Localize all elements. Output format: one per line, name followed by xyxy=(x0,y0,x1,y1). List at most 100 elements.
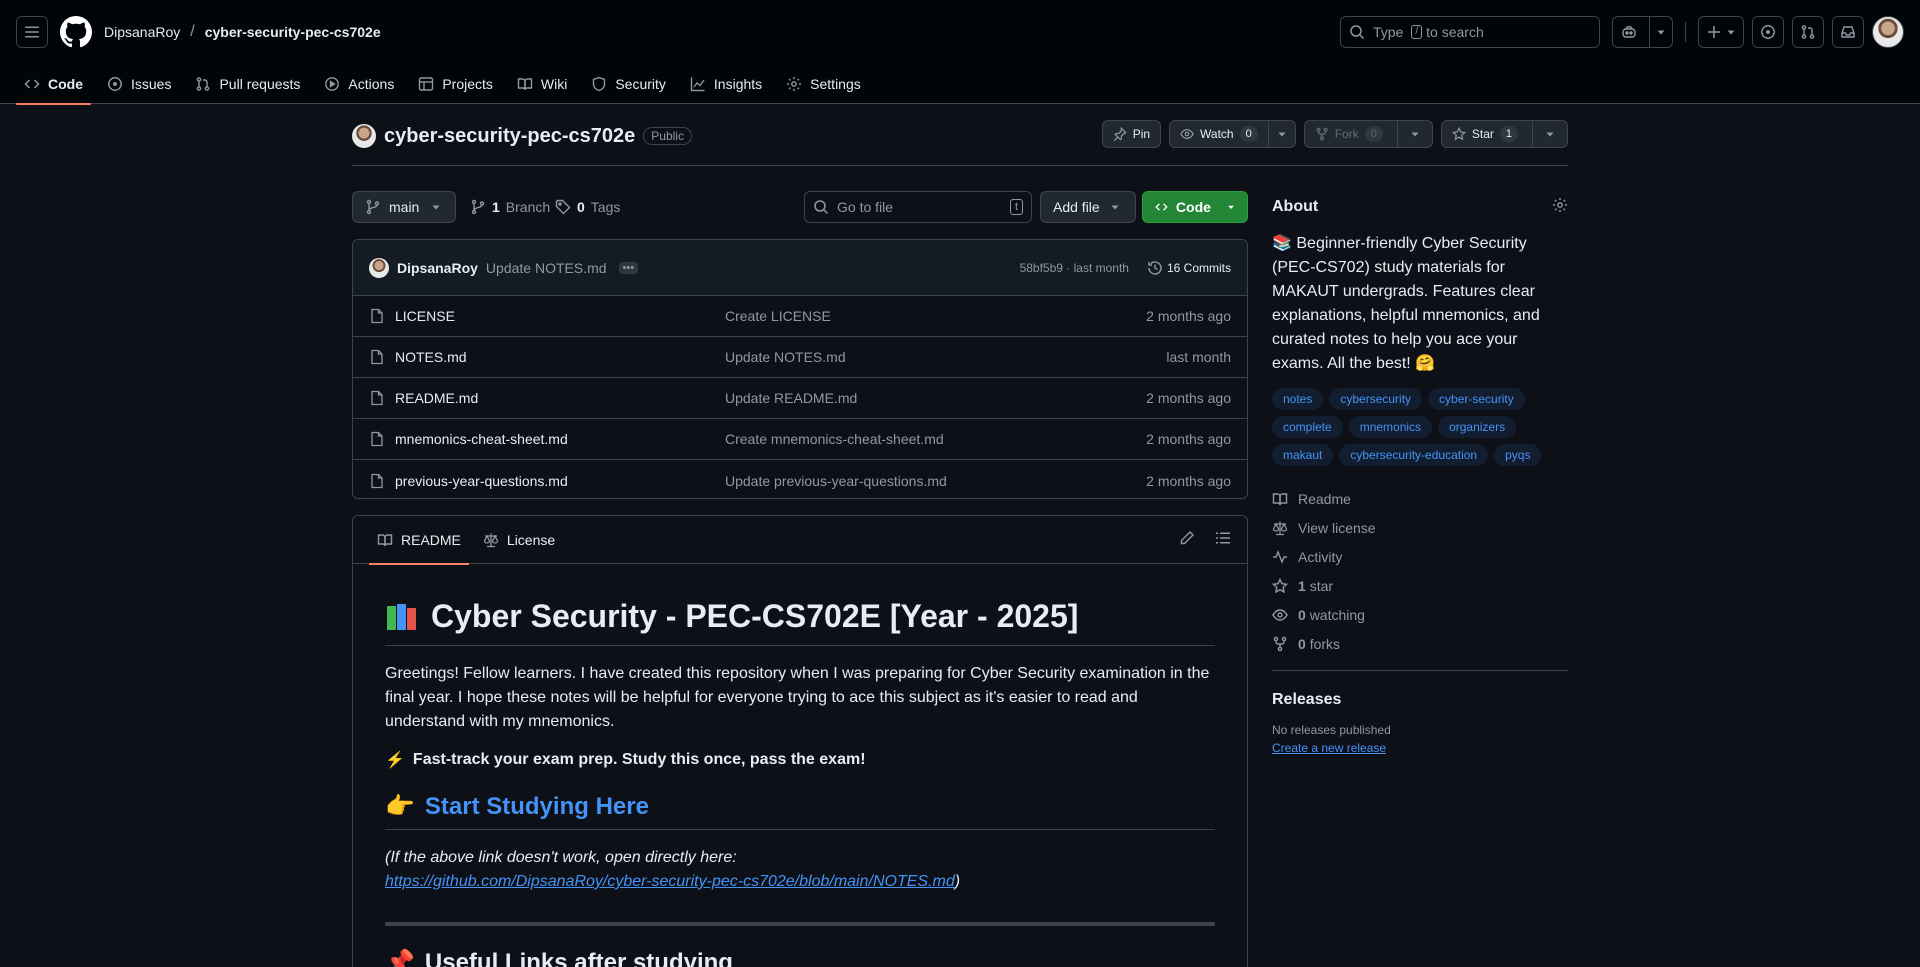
inbox-button[interactable] xyxy=(1832,16,1864,48)
code-button[interactable]: Code xyxy=(1142,191,1248,223)
file-link[interactable]: mnemonics-cheat-sheet.md xyxy=(369,431,725,447)
file-name: mnemonics-cheat-sheet.md xyxy=(395,431,568,447)
tab-settings[interactable]: Settings xyxy=(778,64,869,104)
chevron-down-icon xyxy=(432,205,440,210)
go-to-file-input[interactable]: Go to file t xyxy=(804,191,1032,223)
github-logo-icon[interactable] xyxy=(60,16,92,48)
menu-button[interactable] xyxy=(16,16,48,48)
pull-requests-button[interactable] xyxy=(1792,16,1824,48)
commit-expand-button[interactable]: ••• xyxy=(618,261,639,274)
fallback-url-link[interactable]: https://github.com/DipsanaRoy/cyber-secu… xyxy=(385,873,955,890)
watchers-link[interactable]: 0 watching xyxy=(1272,600,1568,629)
topic-tag[interactable]: mnemonics xyxy=(1348,416,1433,438)
tab-wiki[interactable]: Wiki xyxy=(509,64,575,104)
pin-button[interactable]: Pin xyxy=(1101,120,1162,148)
license-link[interactable]: View license xyxy=(1272,513,1568,542)
pulse-icon xyxy=(1273,549,1287,564)
commit-message[interactable]: Update NOTES.md xyxy=(486,260,607,276)
tab-license[interactable]: License xyxy=(475,516,563,564)
file-link[interactable]: LICENSE xyxy=(369,308,725,324)
tab-code[interactable]: Code xyxy=(16,64,91,105)
topic-tag[interactable]: organizers xyxy=(1438,416,1517,438)
fork-dropdown[interactable] xyxy=(1396,121,1432,147)
about-links: Readme View license Activity 1 star 0 wa… xyxy=(1272,484,1568,658)
header-divider xyxy=(1685,22,1686,42)
forks-link[interactable]: 0 forks xyxy=(1272,629,1568,658)
readme-panel: README License Cyber Security - PEC-CS70… xyxy=(352,515,1248,967)
topic-tag[interactable]: cybersecurity-education xyxy=(1339,444,1489,466)
topic-tag[interactable]: cybersecurity xyxy=(1329,388,1423,410)
commit-avatar[interactable] xyxy=(369,257,389,278)
branches-link[interactable]: 1 Branch xyxy=(470,191,550,223)
commit-author[interactable]: DipsanaRoy xyxy=(397,260,478,276)
releases-heading[interactable]: Releases xyxy=(1272,691,1568,709)
file-commit-message[interactable]: Update NOTES.md xyxy=(725,349,1166,365)
topic-tag[interactable]: notes xyxy=(1272,388,1324,410)
search-input[interactable]: Type / to search xyxy=(1340,16,1600,48)
copilot-button[interactable] xyxy=(1612,16,1673,48)
star-button[interactable]: Star 1 xyxy=(1440,120,1568,148)
commits-link[interactable]: 16 Commits xyxy=(1147,260,1231,276)
file-commit-message[interactable]: Create mnemonics-cheat-sheet.md xyxy=(725,431,1146,447)
tab-insights[interactable]: Insights xyxy=(682,64,770,104)
global-header: DipsanaRoy / cyber-security-pec-cs702e T… xyxy=(0,0,1920,64)
file-link[interactable]: previous-year-questions.md xyxy=(369,473,725,489)
gear-icon[interactable] xyxy=(1552,197,1568,213)
add-file-button[interactable]: Add file xyxy=(1040,191,1136,223)
tab-security[interactable]: Security xyxy=(583,64,674,104)
scale-icon xyxy=(1272,521,1288,535)
fast-track-line: ⚡ Fast-track your exam prep. Study this … xyxy=(385,750,1215,770)
file-commit-message[interactable]: Update README.md xyxy=(725,390,1146,406)
file-link[interactable]: NOTES.md xyxy=(369,349,725,365)
topic-tag[interactable]: pyqs xyxy=(1494,444,1542,466)
chevron-down-icon xyxy=(1278,132,1286,137)
branch-selector[interactable]: main xyxy=(352,191,456,223)
pencil-icon[interactable] xyxy=(1179,530,1195,546)
issues-button[interactable] xyxy=(1752,16,1784,48)
create-release-link[interactable]: Create a new release xyxy=(1272,741,1386,755)
file-icon xyxy=(371,473,383,488)
tags-link[interactable]: 0 Tags xyxy=(555,191,620,223)
file-link[interactable]: README.md xyxy=(369,390,725,406)
breadcrumb-separator: / xyxy=(190,23,195,40)
fork-button[interactable]: Fork 0 xyxy=(1303,120,1433,148)
start-studying-link[interactable]: Start Studying Here xyxy=(425,793,649,821)
file-commit-message[interactable]: Create LICENSE xyxy=(725,308,1146,324)
breadcrumb-repo[interactable]: cyber-security-pec-cs702e xyxy=(205,24,381,40)
tab-readme[interactable]: README xyxy=(369,516,469,565)
file-name: previous-year-questions.md xyxy=(395,472,568,489)
breadcrumb-owner[interactable]: DipsanaRoy xyxy=(104,24,180,40)
code-icon xyxy=(24,79,40,89)
table-row: README.md Update README.md 2 months ago xyxy=(353,378,1247,419)
watch-button[interactable]: Watch 0 xyxy=(1169,120,1296,148)
user-avatar[interactable] xyxy=(1872,16,1904,48)
search-shortcut: / xyxy=(1411,25,1423,39)
tab-issues[interactable]: Issues xyxy=(99,64,179,104)
stars-link[interactable]: 1 star xyxy=(1272,571,1568,600)
pushpin-icon: 📌 xyxy=(385,949,415,967)
eye-icon xyxy=(1272,608,1288,621)
topic-tag[interactable]: complete xyxy=(1272,416,1343,438)
watch-dropdown[interactable] xyxy=(1267,121,1295,147)
hamburger-icon xyxy=(25,26,39,38)
tab-actions[interactable]: Actions xyxy=(316,64,402,104)
search-prefix: Type xyxy=(1373,24,1404,40)
file-date: 2 months ago xyxy=(1146,431,1231,447)
create-new-button[interactable] xyxy=(1698,16,1744,48)
tab-projects[interactable]: Projects xyxy=(410,64,501,104)
star-dropdown[interactable] xyxy=(1532,121,1567,147)
activity-link[interactable]: Activity xyxy=(1272,542,1568,571)
inbox-icon xyxy=(1841,26,1855,38)
repo-name[interactable]: cyber-security-pec-cs702e xyxy=(384,125,635,148)
owner-avatar[interactable] xyxy=(352,124,376,148)
tag-icon xyxy=(555,199,571,215)
topic-tag[interactable]: makaut xyxy=(1272,444,1334,466)
file-name: LICENSE xyxy=(395,308,455,324)
commit-hash-time[interactable]: 58bf5b9 · last month xyxy=(1020,261,1129,275)
tab-pull-requests[interactable]: Pull requests xyxy=(187,64,308,104)
topic-tag[interactable]: cyber-security xyxy=(1428,388,1525,410)
readme-link[interactable]: Readme xyxy=(1272,484,1568,513)
latest-commit: DipsanaRoy Update NOTES.md ••• 58bf5b9 ·… xyxy=(353,240,1247,296)
list-icon[interactable] xyxy=(1215,530,1231,546)
file-commit-message[interactable]: Update previous-year-questions.md xyxy=(725,473,1146,489)
